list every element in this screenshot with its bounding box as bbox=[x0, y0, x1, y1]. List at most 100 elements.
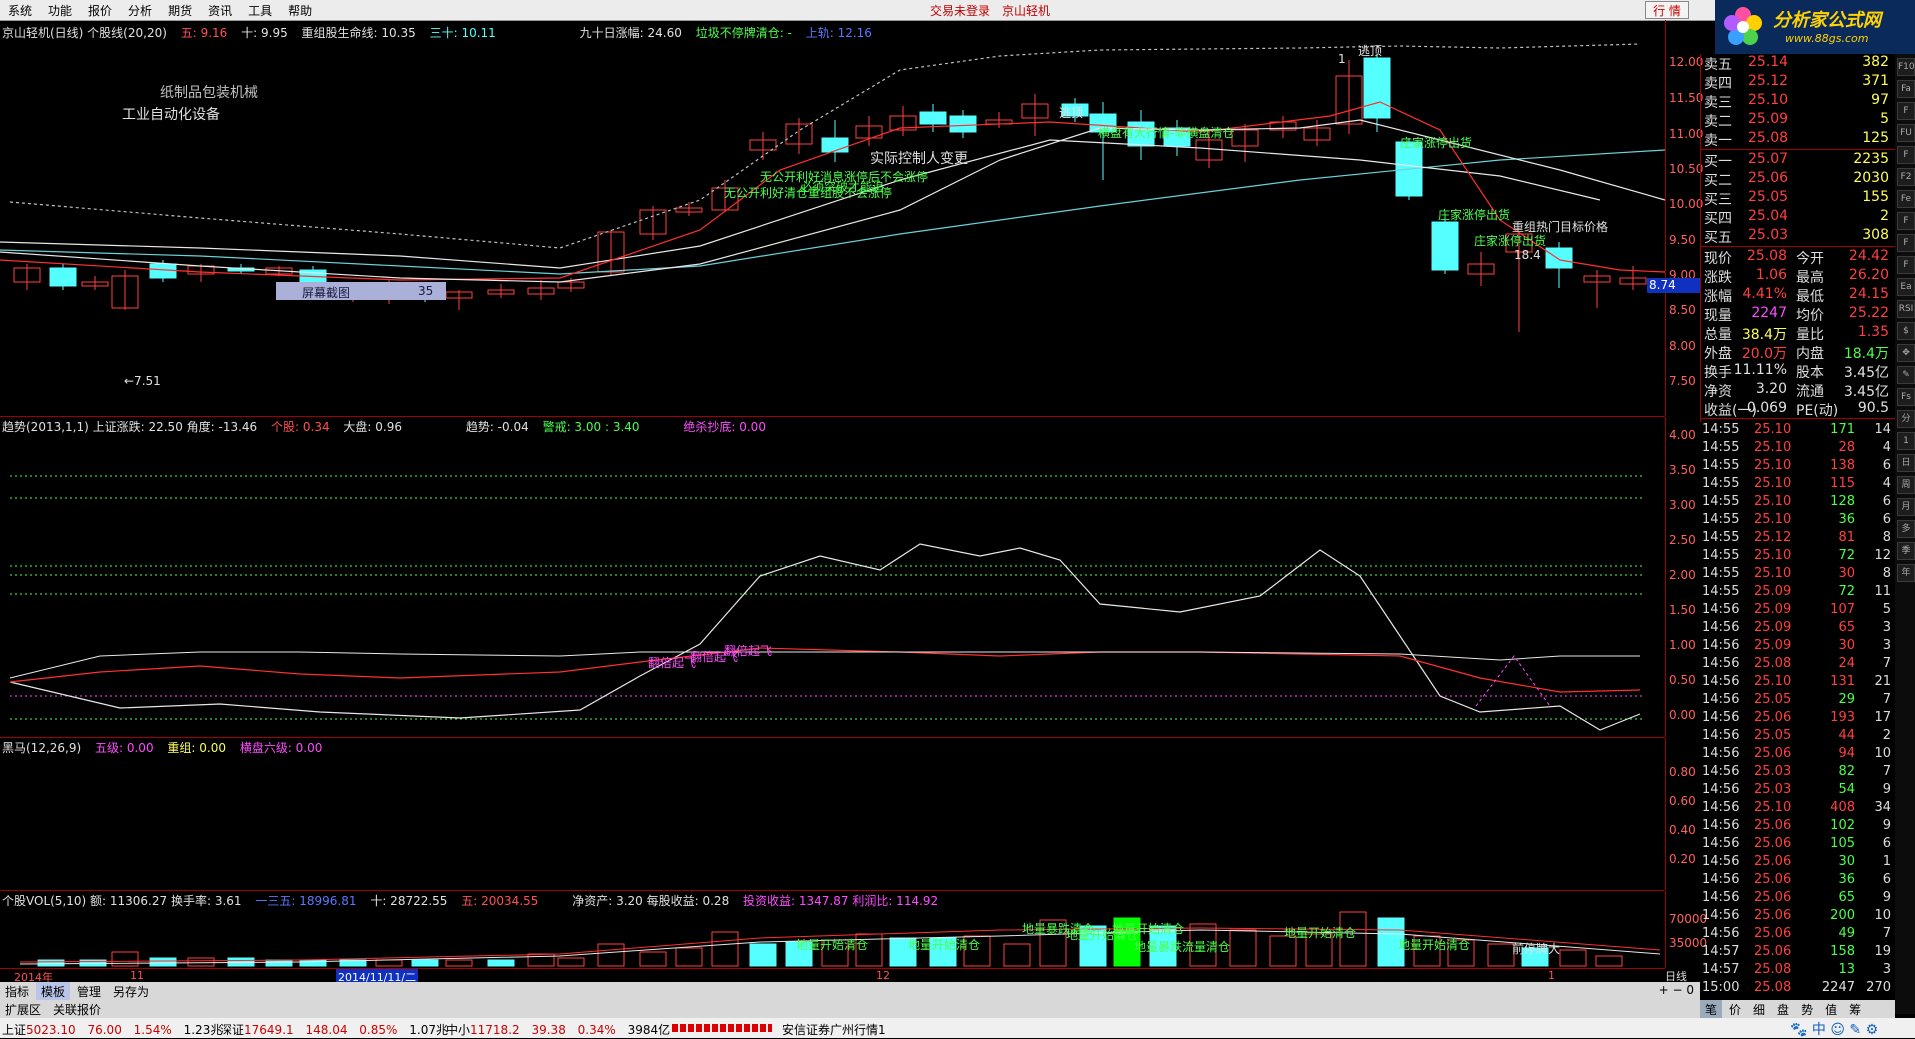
tick-price: 25.06 bbox=[1754, 818, 1792, 833]
indicator-tabs: 指标 模板 管理 另存为 + − 0 bbox=[0, 982, 1700, 1001]
tick-count: 11 bbox=[1874, 584, 1891, 599]
side-tool-button[interactable]: RSI bbox=[1897, 300, 1915, 318]
tick-price: 25.05 bbox=[1754, 692, 1792, 707]
candle-body bbox=[1431, 221, 1459, 271]
trend-chart[interactable] bbox=[0, 416, 1665, 736]
period-label[interactable]: 日线 bbox=[1665, 968, 1700, 983]
status-icons[interactable]: 🐾 中 ☺ ✎ ⚙ bbox=[1790, 1019, 1878, 1039]
menu-item-system[interactable]: 系统 bbox=[0, 0, 40, 19]
side-tool-button[interactable]: 年 bbox=[1897, 564, 1915, 582]
side-tool-button[interactable]: 多 bbox=[1897, 520, 1915, 538]
gear-icon[interactable]: ⚙ bbox=[1866, 1022, 1879, 1038]
tick-row: 14:55 25.12 81 8 bbox=[1700, 530, 1895, 548]
side-tool-button[interactable]: 日 bbox=[1897, 454, 1915, 472]
tick-price: 25.09 bbox=[1754, 584, 1792, 599]
tab-manage[interactable]: 管理 bbox=[72, 982, 106, 1001]
side-tool-button[interactable]: $ bbox=[1897, 322, 1915, 340]
volume-chart[interactable] bbox=[0, 890, 1665, 968]
tab-book[interactable]: 盘 bbox=[1772, 1000, 1794, 1019]
tick-price: 25.10 bbox=[1754, 440, 1792, 455]
tick-count: 19 bbox=[1874, 944, 1891, 959]
side-tool-button[interactable]: ✎ bbox=[1897, 366, 1915, 384]
tick-count: 9 bbox=[1882, 890, 1891, 905]
zx-index[interactable]: 中小11718.2 39.38 0.34% 3984亿 bbox=[446, 1021, 670, 1038]
tick-price: 25.09 bbox=[1754, 602, 1792, 617]
side-tool-button[interactable]: F2 bbox=[1897, 168, 1915, 186]
side-tool-button[interactable]: Fa bbox=[1897, 80, 1915, 98]
tick-count: 17 bbox=[1874, 710, 1891, 725]
side-tool-button[interactable]: F bbox=[1897, 234, 1915, 252]
side-tool-button[interactable]: 1 bbox=[1897, 432, 1915, 450]
candle-body bbox=[919, 111, 947, 125]
side-tool-button[interactable]: Fe bbox=[1897, 190, 1915, 208]
tab-tick[interactable]: 笔 bbox=[1700, 1000, 1723, 1019]
volume-bar bbox=[37, 959, 65, 967]
volume-bar bbox=[265, 959, 293, 967]
side-tool-button[interactable]: 季 bbox=[1897, 542, 1915, 560]
tab-extension[interactable]: 扩展区 bbox=[0, 1000, 46, 1019]
menu-item-quote[interactable]: 报价 bbox=[80, 0, 120, 19]
tick-time: 14:56 bbox=[1702, 656, 1740, 671]
main-y-label: 11.00 bbox=[1669, 127, 1704, 141]
trend-y-label: 3.00 bbox=[1669, 498, 1696, 512]
tick-price: 25.06 bbox=[1754, 836, 1792, 851]
tick-time: 14:56 bbox=[1702, 926, 1740, 941]
side-tool-button[interactable]: F10 bbox=[1897, 58, 1915, 76]
tab-template[interactable]: 模板 bbox=[36, 982, 71, 1001]
side-tool-button[interactable]: 周 bbox=[1897, 476, 1915, 494]
annotation-control-change: 实际控制人变更 bbox=[870, 151, 968, 167]
tab-value[interactable]: 值 bbox=[1820, 1000, 1842, 1019]
side-tool-button[interactable]: ✥ bbox=[1897, 344, 1915, 362]
menu-item-info[interactable]: 资讯 bbox=[200, 0, 240, 19]
side-tool-button[interactable]: Fs bbox=[1897, 388, 1915, 406]
main-y-label: 7.50 bbox=[1669, 374, 1696, 388]
side-tool-button[interactable]: Ea bbox=[1897, 278, 1915, 296]
screenshot-box[interactable]: 屏幕截图 35 bbox=[276, 282, 446, 300]
zx-pct: 0.34% bbox=[577, 1023, 616, 1037]
menu-item-function[interactable]: 功能 bbox=[40, 0, 80, 19]
side-tool-button[interactable]: 分 bbox=[1897, 410, 1915, 428]
vol-annotation: 地量开始清仓 bbox=[796, 938, 869, 952]
tick-row: 14:56 25.10 131 21 bbox=[1700, 674, 1895, 692]
side-tool-button[interactable]: F bbox=[1897, 212, 1915, 230]
horse-header-level5: 五级: 0.00 bbox=[95, 741, 154, 755]
horse-y-axis bbox=[1665, 738, 1666, 890]
side-tool-button[interactable]: F bbox=[1897, 102, 1915, 120]
ime-icon[interactable]: 中 bbox=[1812, 1022, 1826, 1038]
tab-trend[interactable]: 势 bbox=[1796, 1000, 1818, 1019]
side-tool-button[interactable]: FU bbox=[1897, 124, 1915, 142]
trade-login-status[interactable]: 交易未登录 bbox=[930, 4, 990, 18]
tick-row: 14:56 25.06 200 10 bbox=[1700, 908, 1895, 926]
tick-price: 25.03 bbox=[1754, 782, 1792, 797]
paw-icon[interactable]: 🐾 bbox=[1790, 1022, 1807, 1038]
sz-index[interactable]: 深证17649.1 148.04 0.85% 1.07兆 bbox=[220, 1021, 448, 1038]
side-tool-button[interactable]: F bbox=[1897, 146, 1915, 164]
tick-volume: 158 bbox=[1830, 944, 1855, 959]
annotation-escape-top-1: 逃顶 bbox=[1059, 106, 1084, 120]
trend-y-label: 4.00 bbox=[1669, 428, 1696, 442]
quote-button[interactable]: 行 情 bbox=[1645, 1, 1689, 19]
tab-indicator[interactable]: 指标 bbox=[0, 982, 34, 1001]
side-tool-button[interactable]: F bbox=[1897, 256, 1915, 274]
tick-volume: 44 bbox=[1838, 728, 1855, 743]
menu-item-tools[interactable]: 工具 bbox=[240, 0, 280, 19]
kline-chart[interactable] bbox=[0, 20, 1665, 416]
side-tool-button[interactable]: 月 bbox=[1897, 498, 1915, 516]
tab-price[interactable]: 价 bbox=[1724, 1000, 1746, 1019]
tick-volume: 24 bbox=[1838, 656, 1855, 671]
date-axis: 2014年 11 2014/11/11/二 12 1 bbox=[0, 968, 1665, 985]
tab-chips[interactable]: 筹 bbox=[1844, 1000, 1866, 1019]
tab-related-quote[interactable]: 关联报价 bbox=[48, 1000, 106, 1019]
menu-item-help[interactable]: 帮助 bbox=[280, 0, 320, 19]
sh-index[interactable]: 上证5023.10 76.00 1.54% 1.23兆 bbox=[2, 1021, 222, 1038]
pen-icon[interactable]: ✎ bbox=[1849, 1022, 1861, 1038]
tick-time: 14:55 bbox=[1702, 494, 1740, 509]
tab-save-as[interactable]: 另存为 bbox=[108, 982, 154, 1001]
tick-volume: 65 bbox=[1838, 890, 1855, 905]
smiley-icon[interactable]: ☺ bbox=[1830, 1022, 1845, 1038]
menu-item-analysis[interactable]: 分析 bbox=[120, 0, 160, 19]
volume-bar bbox=[675, 947, 703, 967]
tab-detail[interactable]: 细 bbox=[1748, 1000, 1770, 1019]
zoom-controls[interactable]: + − 0 bbox=[1659, 983, 1694, 997]
menu-item-futures[interactable]: 期货 bbox=[160, 0, 200, 19]
